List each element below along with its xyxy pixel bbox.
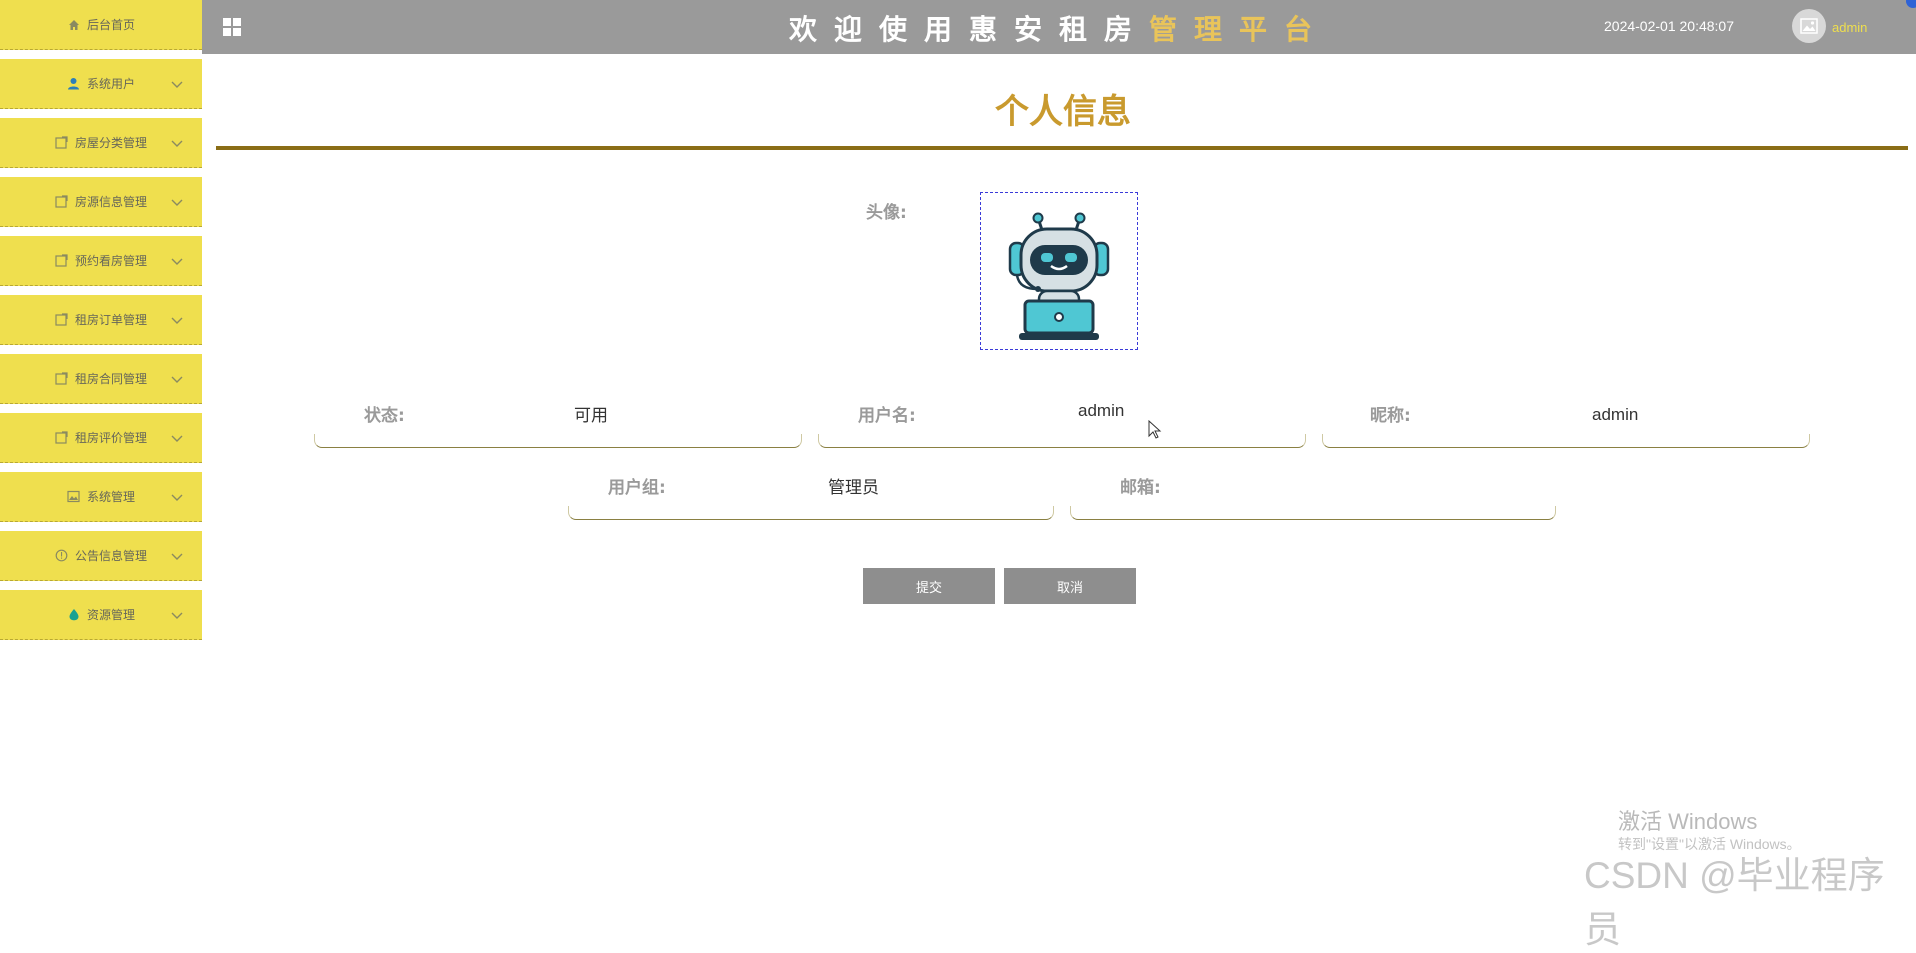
edit-icon: [55, 136, 69, 150]
user-group-field[interactable]: 管理员: [828, 473, 879, 498]
sidebar-item-label: 预约看房管理: [74, 254, 147, 268]
nickname-field-underline: [1322, 434, 1810, 448]
windows-activation-title: 激活 Windows: [1618, 809, 1758, 834]
top-header: 欢迎使用惠安租房管理平台 2024-02-01 20:48:07 admin: [202, 0, 1916, 54]
edit-icon: [55, 195, 69, 209]
sidebar-item-label: 房源信息管理: [74, 195, 147, 209]
page-title: 个人信息: [995, 92, 1131, 132]
status-field-underline: [314, 434, 802, 448]
robot-avatar-image: [1008, 212, 1110, 340]
chevron-down-icon: [171, 376, 183, 383]
sidebar-item-rental-reviews[interactable]: 租房评价管理: [0, 413, 202, 463]
info-icon: [55, 549, 69, 563]
header-datetime: 2024-02-01 20:48:07: [1604, 18, 1734, 34]
status-label: 状态:: [364, 406, 405, 426]
header-username[interactable]: admin: [1832, 20, 1867, 35]
edit-icon: [55, 431, 69, 445]
title-divider: [216, 146, 1908, 150]
sidebar-item-label: 系统管理: [86, 490, 135, 504]
mouse-cursor-icon: [1148, 420, 1162, 439]
sidebar-item-label: 系统用户: [86, 77, 135, 91]
sidebar-item-label: 公告信息管理: [74, 549, 147, 563]
image-icon: [67, 490, 81, 504]
image-placeholder-icon: [1800, 18, 1818, 34]
chevron-down-icon: [171, 140, 183, 147]
chevron-down-icon: [171, 258, 183, 265]
sidebar-item-label: 资源管理: [86, 608, 135, 622]
sidebar-item-home[interactable]: 后台首页: [0, 0, 202, 50]
sidebar-item-label: 租房订单管理: [74, 313, 147, 327]
sidebar-item-label: 房屋分类管理: [74, 136, 147, 150]
edit-icon: [55, 372, 69, 386]
user-group-field-underline: [568, 506, 1054, 520]
cancel-button[interactable]: 取消: [1004, 568, 1136, 604]
sidebar-item-label: 后台首页: [86, 18, 135, 32]
chevron-down-icon: [171, 199, 183, 206]
sidebar-item-resources[interactable]: 资源管理: [0, 590, 202, 640]
username-field[interactable]: admin: [1078, 401, 1124, 421]
nickname-label: 昵称:: [1370, 406, 1411, 426]
chevron-down-icon: [171, 81, 183, 88]
csdn-watermark: CSDN @毕业程序员: [1584, 855, 1885, 950]
sidebar-item-label: 租房评价管理: [74, 431, 147, 445]
submit-button[interactable]: 提交: [863, 568, 995, 604]
sidebar-item-rental-orders[interactable]: 租房订单管理: [0, 295, 202, 345]
user-group-label: 用户组:: [608, 478, 666, 498]
drop-icon: [67, 608, 81, 622]
chevron-down-icon: [171, 317, 183, 324]
email-field-underline: [1070, 506, 1556, 520]
sidebar-item-announcements[interactable]: 公告信息管理: [0, 531, 202, 581]
sidebar-item-rental-contracts[interactable]: 租房合同管理: [0, 354, 202, 404]
sidebar-item-viewing-appointments[interactable]: 预约看房管理: [0, 236, 202, 286]
email-label: 邮箱:: [1120, 478, 1161, 498]
chevron-down-icon: [171, 553, 183, 560]
avatar-upload[interactable]: [980, 192, 1138, 350]
avatar-label: 头像:: [866, 203, 907, 223]
edit-icon: [55, 313, 69, 327]
sidebar-item-listing-info[interactable]: 房源信息管理: [0, 177, 202, 227]
sidebar-item-system-users[interactable]: 系统用户: [0, 59, 202, 109]
chevron-down-icon: [171, 612, 183, 619]
username-field-underline: [818, 434, 1306, 448]
chevron-down-icon: [171, 494, 183, 501]
chevron-down-icon: [171, 435, 183, 442]
sidebar-item-label: 租房合同管理: [74, 372, 147, 386]
header-title-white: 欢迎使用惠安租房: [788, 13, 1149, 46]
username-label: 用户名:: [858, 406, 916, 426]
status-field[interactable]: 可用: [574, 401, 608, 426]
nickname-field[interactable]: admin: [1592, 405, 1638, 425]
header-title-gold: 管理平台: [1149, 13, 1330, 46]
home-icon: [67, 18, 81, 32]
edit-icon: [55, 254, 69, 268]
user-icon: [67, 77, 81, 91]
sidebar-item-house-category[interactable]: 房屋分类管理: [0, 118, 202, 168]
sidebar-item-system-management[interactable]: 系统管理: [0, 472, 202, 522]
avatar[interactable]: [1792, 9, 1826, 43]
